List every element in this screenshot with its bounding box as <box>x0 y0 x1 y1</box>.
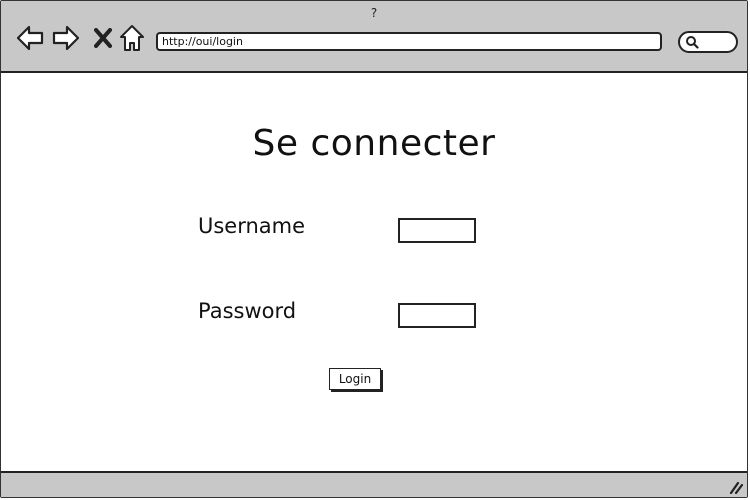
home-icon <box>120 25 144 51</box>
address-bar[interactable] <box>156 32 662 51</box>
back-button[interactable] <box>15 23 45 53</box>
close-x-icon <box>94 28 112 48</box>
search-button[interactable] <box>678 31 738 53</box>
browser-toolbar: ? <box>1 1 747 73</box>
login-button[interactable]: Login <box>329 368 381 390</box>
back-arrow-icon <box>16 25 44 51</box>
window-title: ? <box>370 6 378 20</box>
search-icon <box>686 36 699 49</box>
status-bar <box>1 471 747 497</box>
browser-window: ? Se conn <box>0 0 748 498</box>
resize-grip-icon[interactable] <box>727 480 743 494</box>
forward-arrow-icon <box>52 25 80 51</box>
forward-button[interactable] <box>51 23 81 53</box>
password-input[interactable] <box>398 303 476 328</box>
password-label: Password <box>198 299 297 323</box>
page-title: Se connecter <box>252 123 496 164</box>
username-input[interactable] <box>398 218 476 243</box>
username-label: Username <box>198 214 306 238</box>
home-button[interactable] <box>117 23 147 53</box>
stop-button[interactable] <box>88 23 118 53</box>
